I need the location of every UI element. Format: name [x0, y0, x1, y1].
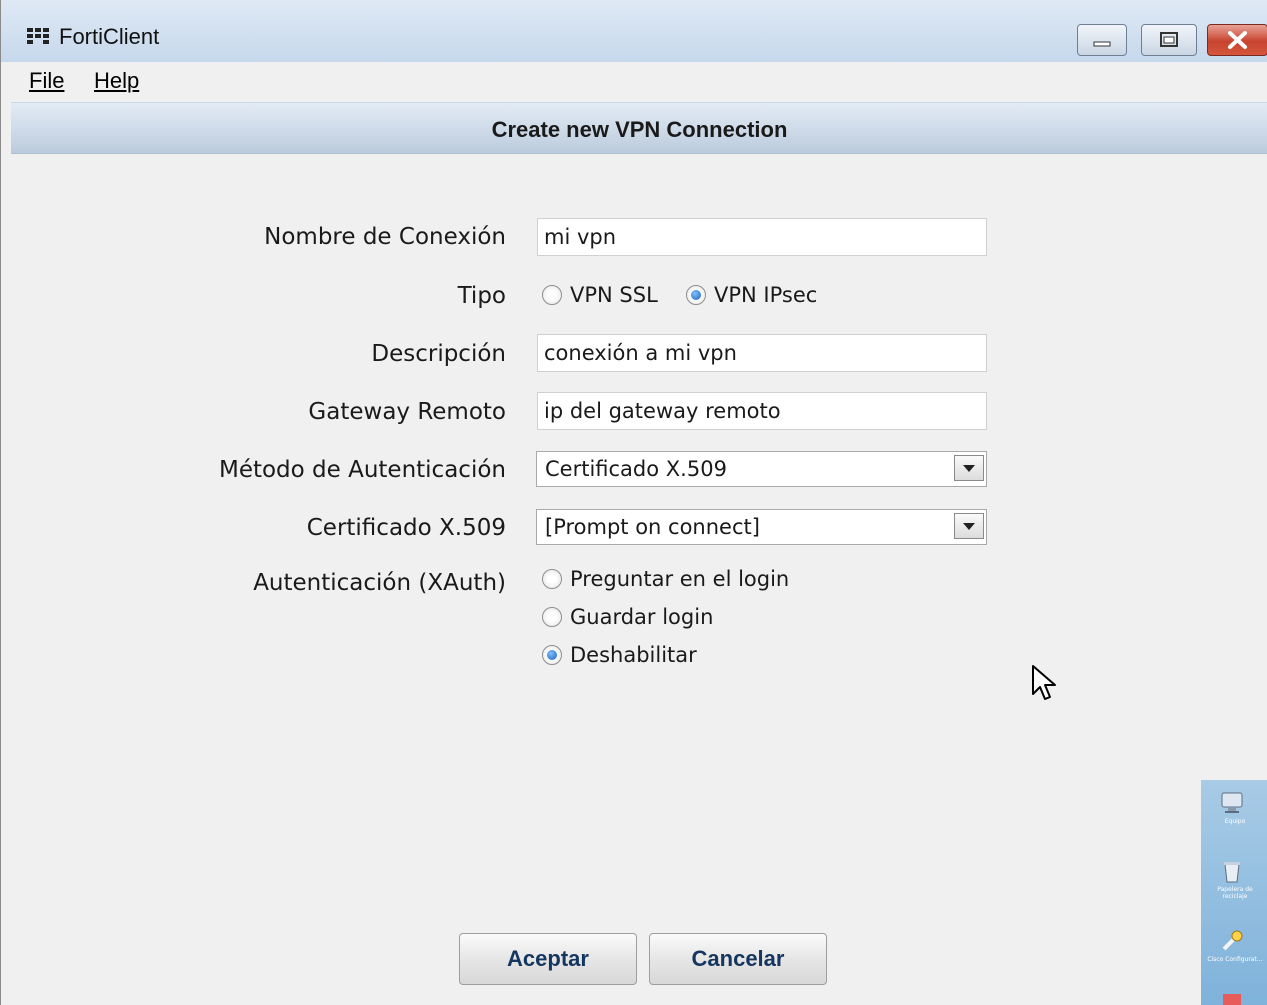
radio-prompt-label: Preguntar en el login: [570, 567, 790, 591]
forticlient-window: FortiClient File Help Create new VPN Con…: [0, 0, 1267, 1005]
xauth-label: Autenticación (XAuth): [253, 570, 506, 596]
xauth-radio-save[interactable]: Guardar login: [542, 605, 713, 629]
chevron-down-icon[interactable]: [954, 513, 984, 539]
connection-name-label: Nombre de Conexión: [264, 224, 506, 250]
chevron-down-icon[interactable]: [954, 455, 984, 481]
radio-disable-indicator[interactable]: [542, 645, 562, 665]
remote-gateway-input[interactable]: ip del gateway remoto: [537, 392, 987, 430]
computer-icon[interactable]: [1219, 790, 1245, 816]
radio-ipsec-indicator[interactable]: [686, 285, 706, 305]
close-icon: [1228, 31, 1247, 49]
menu-bar: File Help: [1, 62, 1267, 102]
radio-disable-label: Deshabilitar: [570, 643, 697, 667]
xauth-radio-prompt[interactable]: Preguntar en el login: [542, 567, 789, 591]
certificate-value: [Prompt on connect]: [545, 515, 760, 539]
page-title: Create new VPN Connection: [491, 117, 788, 142]
shortcut-icon[interactable]: [1219, 992, 1245, 1005]
mouse-pointer-icon: [1032, 665, 1056, 700]
title-bar[interactable]: FortiClient: [1, 0, 1267, 63]
maximize-button[interactable]: [1141, 24, 1197, 56]
connection-name-input[interactable]: mi vpn: [537, 218, 987, 256]
type-radio-ipsec[interactable]: VPN IPsec: [686, 283, 817, 307]
type-radio-ssl[interactable]: VPN SSL: [542, 283, 658, 307]
radio-ssl-label: VPN SSL: [570, 283, 658, 307]
certificate-label: Certificado X.509: [306, 515, 506, 541]
maximize-icon: [1160, 32, 1178, 47]
menu-file[interactable]: File: [29, 68, 64, 94]
minimize-button[interactable]: [1077, 24, 1127, 56]
auth-method-select[interactable]: Certificado X.509: [536, 451, 987, 487]
radio-save-indicator[interactable]: [542, 607, 562, 627]
form-panel: Nombre de Conexión mi vpn Tipo VPN SSL V…: [11, 154, 1267, 1005]
menu-help[interactable]: Help: [94, 68, 139, 94]
menu-file-label: File: [29, 68, 65, 93]
auth-method-label: Método de Autenticación: [218, 457, 506, 483]
type-label: Tipo: [457, 283, 506, 309]
radio-ssl-indicator[interactable]: [542, 285, 562, 305]
radio-ipsec-label: VPN IPsec: [714, 283, 818, 307]
desktop-icon-label: Papelera de reciclaje: [1217, 886, 1253, 900]
description-label: Descripción: [371, 341, 506, 367]
radio-prompt-indicator[interactable]: [542, 569, 562, 589]
desktop-background: Equipo Papelera de reciclaje Cisco Confi…: [1201, 780, 1267, 1005]
forticlient-logo-icon: [27, 28, 49, 44]
settings-tool-icon[interactable]: [1219, 928, 1245, 954]
description-input[interactable]: conexión a mi vpn: [537, 334, 987, 372]
accept-button[interactable]: Aceptar: [459, 933, 637, 985]
radio-save-label: Guardar login: [570, 605, 714, 629]
cancel-button[interactable]: Cancelar: [649, 933, 827, 985]
menu-help-label: Help: [94, 68, 140, 93]
desktop-icon-label: Equipo: [1224, 818, 1246, 825]
remote-gateway-label: Gateway Remoto: [308, 399, 506, 425]
window-title: FortiClient: [59, 24, 160, 49]
xauth-radio-disable[interactable]: Deshabilitar: [542, 643, 697, 667]
auth-method-value: Certificado X.509: [545, 457, 727, 481]
minimize-icon: [1093, 41, 1111, 47]
close-button[interactable]: [1207, 24, 1267, 56]
desktop-icon-label: Cisco Configurat...: [1207, 956, 1263, 963]
certificate-select[interactable]: [Prompt on connect]: [536, 509, 987, 545]
recycle-bin-icon[interactable]: [1219, 858, 1245, 884]
section-header: Create new VPN Connection: [11, 102, 1267, 154]
